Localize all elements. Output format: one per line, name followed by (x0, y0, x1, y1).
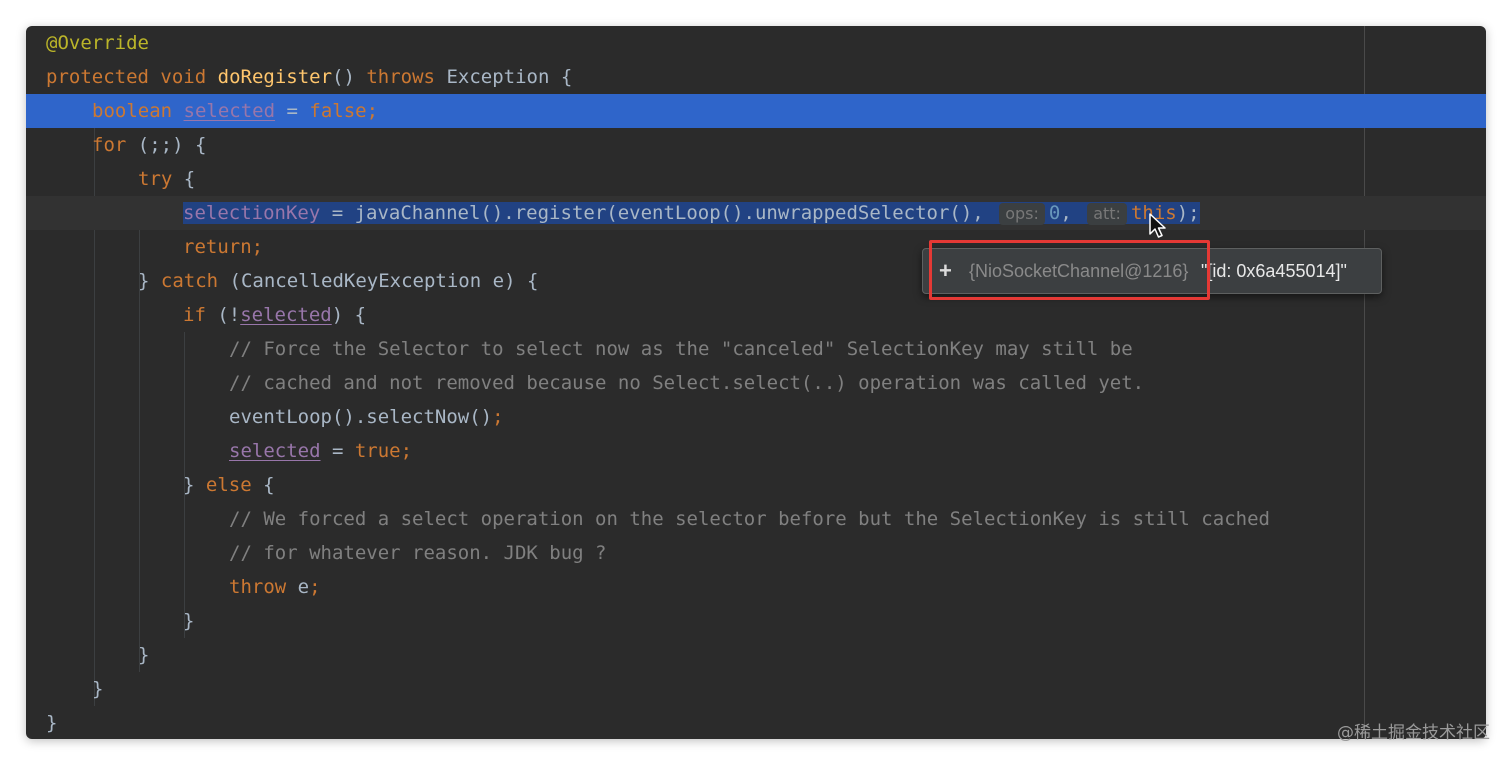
code-line-4[interactable]: for (;;) { (26, 128, 1486, 162)
watermark: @稀土掘金技术社区 (1337, 723, 1490, 743)
keyword-return: return (183, 236, 252, 258)
code-line-20[interactable]: } (26, 672, 1486, 706)
code-line-19[interactable]: } (26, 638, 1486, 672)
semicolon: ; (400, 440, 413, 462)
brace: { (549, 66, 573, 88)
code-editor[interactable]: @Override protected void doRegister() th… (26, 26, 1486, 739)
comment: // We forced a select operation on the s… (229, 508, 1270, 530)
code-line-17[interactable]: throw e; (26, 570, 1486, 604)
param-hint-att: att: (1087, 203, 1127, 225)
code-line-3-current-execution[interactable]: boolean selected = false; (26, 94, 1486, 128)
keyword-void: void (160, 66, 207, 88)
semicolon: ; (251, 236, 264, 258)
keyword-catch: catch (160, 270, 219, 292)
brace: } (138, 270, 161, 292)
code-line-15[interactable]: // We forced a select operation on the s… (26, 502, 1486, 536)
comma: , (1060, 202, 1084, 224)
keyword-throw: throw (229, 576, 287, 598)
keyword-try: try (138, 168, 173, 190)
brace: } (183, 610, 195, 632)
literal-false: false (309, 100, 367, 122)
comment: // for whatever reason. JDK bug ? (229, 542, 607, 564)
code-line-16[interactable]: // for whatever reason. JDK bug ? (26, 536, 1486, 570)
keyword-for: for (92, 134, 127, 156)
catch-clause: (CancelledKeyException e) { (218, 270, 539, 292)
brace: { (172, 168, 196, 190)
semicolon: ; (309, 576, 321, 598)
if-open: (! (205, 304, 241, 326)
semicolon: ; (366, 100, 379, 122)
mouse-pointer-icon (1149, 213, 1166, 238)
highlight-callout-box (929, 240, 1210, 300)
code-line-9[interactable]: if (!selected) { (26, 298, 1486, 332)
keyword-boolean: boolean (92, 100, 173, 122)
code-line-14[interactable]: } else { (26, 468, 1486, 502)
code-line-12[interactable]: eventLoop().selectNow(); (26, 400, 1486, 434)
operator: = (275, 100, 310, 122)
code-line-13[interactable]: selected = true; (26, 434, 1486, 468)
comment: // cached and not removed because no Sel… (229, 372, 1145, 394)
register-call: = javaChannel().register(eventLoop().unw… (320, 202, 996, 224)
code-line-10[interactable]: // Force the Selector to select now as t… (26, 332, 1486, 366)
code-line-18[interactable]: } (26, 604, 1486, 638)
brace: } (92, 678, 104, 700)
code-line-6-caret[interactable]: selectionKey = javaChannel().register(ev… (26, 196, 1486, 230)
keyword-throws: throws (366, 66, 435, 88)
keyword-if: if (183, 304, 206, 326)
code-line-5[interactable]: try { (26, 162, 1486, 196)
param-hint-ops: ops: (999, 203, 1045, 225)
literal-true: true (354, 440, 401, 462)
if-close: ) { (331, 304, 367, 326)
semicolon: ; (492, 406, 504, 428)
variable-selected: selected (229, 440, 321, 462)
ops-value: 0 (1048, 202, 1061, 224)
code-line-11[interactable]: // cached and not removed because no Sel… (26, 366, 1486, 400)
brace: { (251, 474, 275, 496)
object-value: "[id: 0x6a455014]" (1201, 261, 1347, 281)
comment: // Force the Selector to select now as t… (229, 338, 1133, 360)
field-selectionKey: selectionKey (183, 202, 321, 224)
call-end: ); (1176, 202, 1200, 224)
code-line-2[interactable]: protected void doRegister() throws Excep… (26, 60, 1486, 94)
method-name: doRegister (217, 66, 333, 88)
selected-expression[interactable]: selectionKey = javaChannel().register(ev… (183, 202, 1200, 225)
annotation: @Override (46, 32, 149, 54)
brace: } (46, 712, 58, 734)
brace: } (183, 474, 206, 496)
brace: } (138, 644, 150, 666)
code-line-21[interactable]: } (26, 706, 1486, 739)
variable-selected: selected (240, 304, 332, 326)
params: () (332, 66, 355, 88)
keyword-else: else (205, 474, 252, 496)
code-line-1[interactable]: @Override (26, 26, 1486, 60)
selectNow-call: eventLoop().selectNow() (229, 406, 493, 428)
throw-target: e (286, 576, 310, 598)
exception-type: Exception (446, 66, 550, 88)
operator: = (320, 440, 355, 462)
for-header: (;;) { (126, 134, 207, 156)
keyword-protected: protected (46, 66, 149, 88)
variable-selected: selected (183, 100, 276, 122)
